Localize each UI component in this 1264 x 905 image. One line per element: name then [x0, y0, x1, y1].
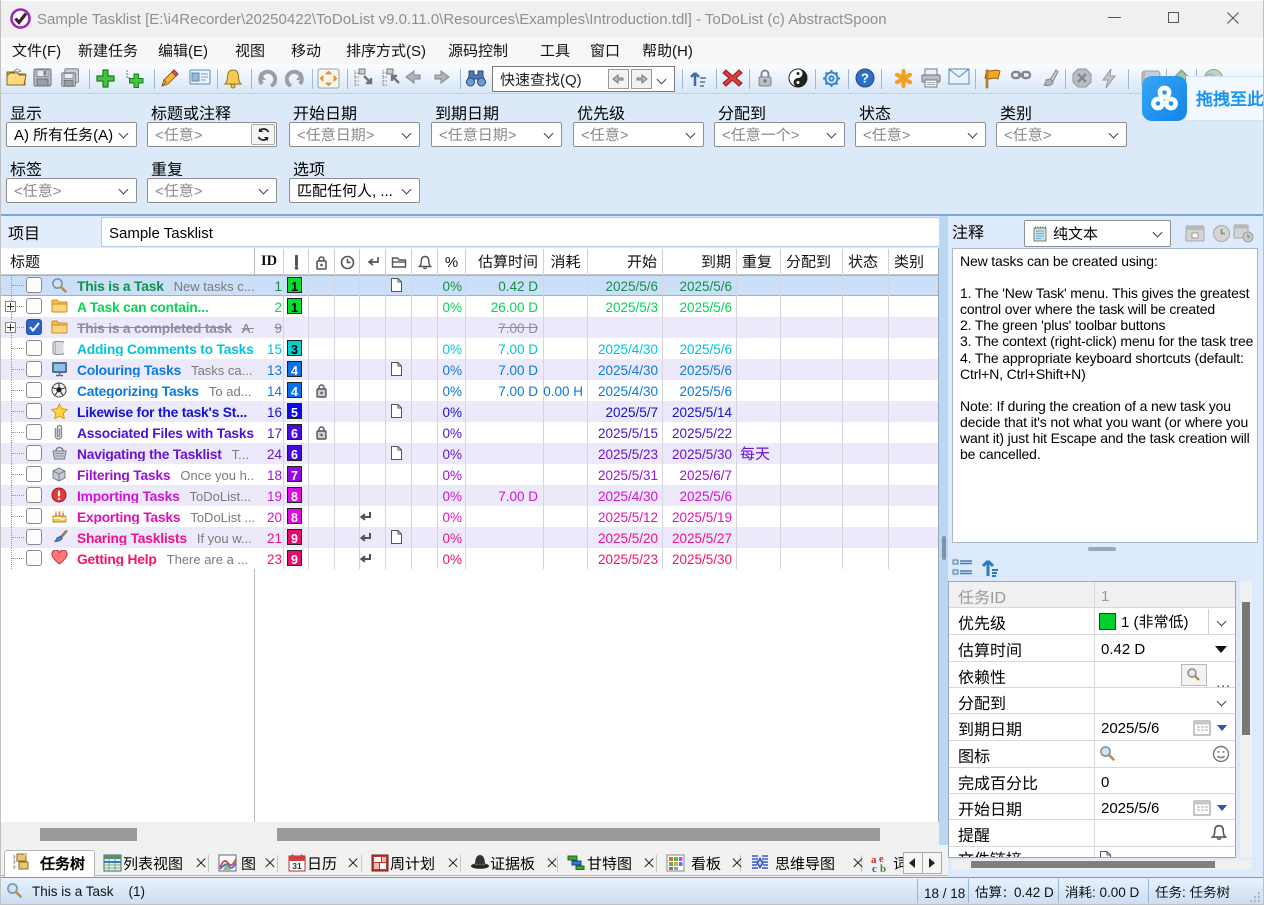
svg-text:c: c — [872, 863, 877, 873]
svg-text:31: 31 — [292, 861, 302, 871]
svg-text:b: b — [880, 863, 886, 873]
svg-text:?: ? — [861, 71, 869, 86]
